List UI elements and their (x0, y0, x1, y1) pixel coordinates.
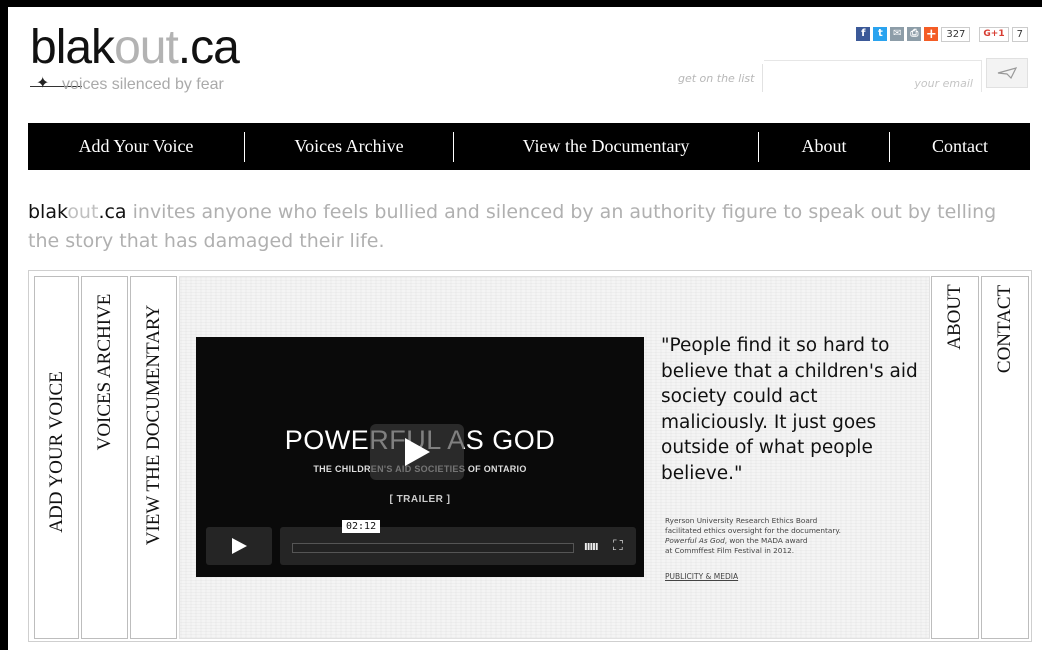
send-icon (997, 67, 1017, 80)
intro-body: invites anyone who feels bullied and sil… (28, 201, 997, 252)
side-tab-label: CONTACT (994, 284, 1015, 374)
email-icon[interactable]: ✉ (890, 27, 905, 41)
side-tab-view-the-documentary[interactable]: VIEW THE DOCUMENTARY (130, 276, 177, 639)
share-count: 327 (941, 26, 971, 42)
intro-brand-tld: .ca (98, 201, 127, 223)
nav-view-the-documentary[interactable]: View the Documentary (454, 123, 758, 170)
signup-label: get on the list (678, 72, 755, 85)
nav-add-your-voice[interactable]: Add Your Voice (28, 123, 244, 170)
signup-submit-button[interactable] (986, 58, 1028, 88)
intro-brand-bold: blak (28, 201, 68, 223)
logo-part-light: out (114, 21, 179, 74)
side-tab-label: ABOUT (944, 284, 965, 350)
ethics-film-title: Powerful As God (665, 536, 725, 545)
big-play-button[interactable] (370, 424, 464, 480)
side-tab-about[interactable]: ABOUT (931, 276, 979, 639)
email-field[interactable] (764, 60, 982, 92)
nav-about[interactable]: About (759, 123, 889, 170)
nav-voices-archive[interactable]: Voices Archive (245, 123, 453, 170)
signup-divider (762, 64, 763, 92)
video-trailer-label: [ TRAILER ] (389, 494, 451, 505)
nav-contact[interactable]: Contact (890, 123, 1030, 170)
feature-box: ADD YOUR VOICE VOICES ARCHIVE VIEW THE D… (28, 270, 1032, 642)
ethics-line: facilitated ethics oversight for the doc… (665, 526, 841, 535)
documentary-panel: POWERFUL AS GOD THE CHILDREN'S AID SOCIE… (179, 276, 930, 639)
logo-wordmark: blakout.ca (30, 18, 240, 78)
documentary-quote: "People find it so hard to believe that … (661, 335, 918, 484)
play-icon (405, 438, 430, 466)
side-tab-label: VIEW THE DOCUMENTARY (142, 304, 164, 546)
intro-brand-light: out (67, 201, 99, 223)
star-icon: ✦ (36, 73, 50, 92)
google-plus-button[interactable]: G+1 (979, 26, 1009, 42)
logo-tagline: voices silenced by fear (62, 76, 224, 93)
side-tab-label: ADD YOUR VOICE (45, 371, 67, 533)
ethics-line: at Commffest Film Festival in 2012. (665, 546, 795, 555)
control-track: 02:12 IIIII ⛶ (280, 520, 636, 565)
side-tab-add-your-voice[interactable]: ADD YOUR VOICE (34, 276, 79, 639)
volume-icon[interactable]: IIIII (584, 542, 599, 553)
logo[interactable]: blakout.ca ✦ voices silenced by fear (30, 18, 280, 98)
side-tab-contact[interactable]: CONTACT (981, 276, 1029, 639)
google-plus-count: 7 (1011, 26, 1028, 42)
top-frame-border (0, 0, 1042, 7)
ethics-line: , won the MADA award (724, 536, 808, 545)
time-tooltip: 02:12 (342, 520, 381, 533)
intro-text: blakout.ca invites anyone who feels bull… (28, 198, 1018, 256)
logo-part-tld: .ca (177, 21, 240, 74)
twitter-icon[interactable]: t (873, 27, 888, 41)
logo-part-bold: blak (30, 21, 115, 74)
ethics-note: Ryerson University Research Ethics Board… (665, 516, 915, 556)
control-play-button[interactable] (206, 527, 272, 565)
left-frame-border (0, 0, 8, 650)
video-controls: 02:12 IIIII ⛶ (206, 520, 636, 565)
video-player[interactable]: POWERFUL AS GOD THE CHILDREN'S AID SOCIE… (196, 337, 644, 577)
main-nav: Add Your Voice Voices Archive View the D… (28, 123, 1030, 170)
publicity-media-link[interactable]: PUBLICITY & MEDIA (665, 572, 738, 581)
play-icon (232, 538, 247, 554)
side-tab-label: VOICES ARCHIVE (93, 293, 115, 451)
social-share-bar: f t ✉ ⎙ + 327 G+1 7 (856, 26, 1028, 42)
facebook-icon[interactable]: f (856, 27, 871, 41)
plus-share-icon[interactable]: + (924, 27, 939, 41)
print-icon[interactable]: ⎙ (907, 27, 922, 41)
ethics-line: Ryerson University Research Ethics Board (665, 516, 818, 525)
progress-scrubber[interactable] (292, 543, 574, 553)
fullscreen-icon[interactable]: ⛶ (613, 538, 623, 554)
side-tab-voices-archive[interactable]: VOICES ARCHIVE (81, 276, 128, 639)
